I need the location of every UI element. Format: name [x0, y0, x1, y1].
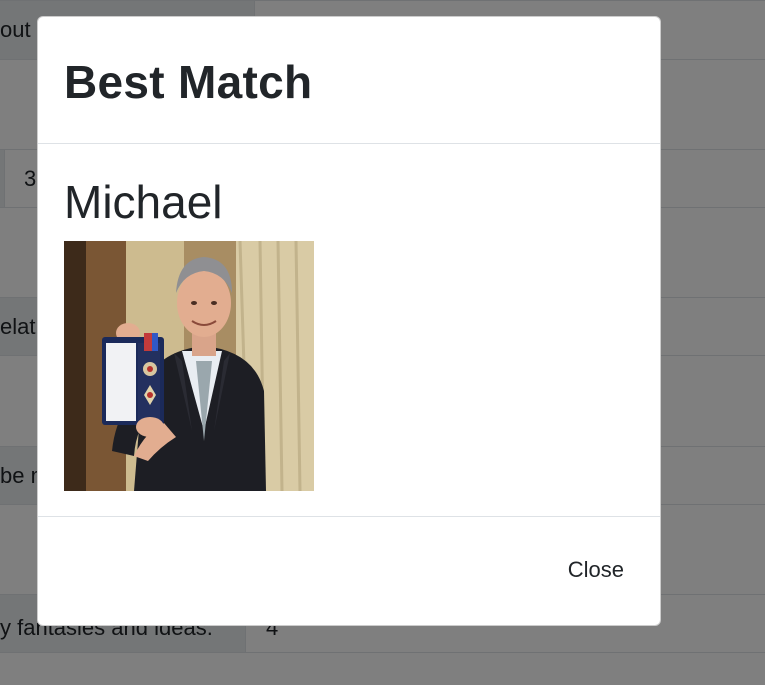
- person-photo-icon: [64, 241, 314, 491]
- modal-title: Best Match: [64, 56, 313, 108]
- match-photo: [64, 241, 314, 491]
- match-name: Michael: [64, 176, 223, 228]
- modal-footer: Close: [38, 516, 660, 625]
- modal-body: Michael: [38, 144, 660, 516]
- close-button[interactable]: Close: [560, 553, 632, 587]
- modal-header: Best Match: [38, 17, 660, 144]
- best-match-modal: Best Match Michael Close: [37, 16, 661, 626]
